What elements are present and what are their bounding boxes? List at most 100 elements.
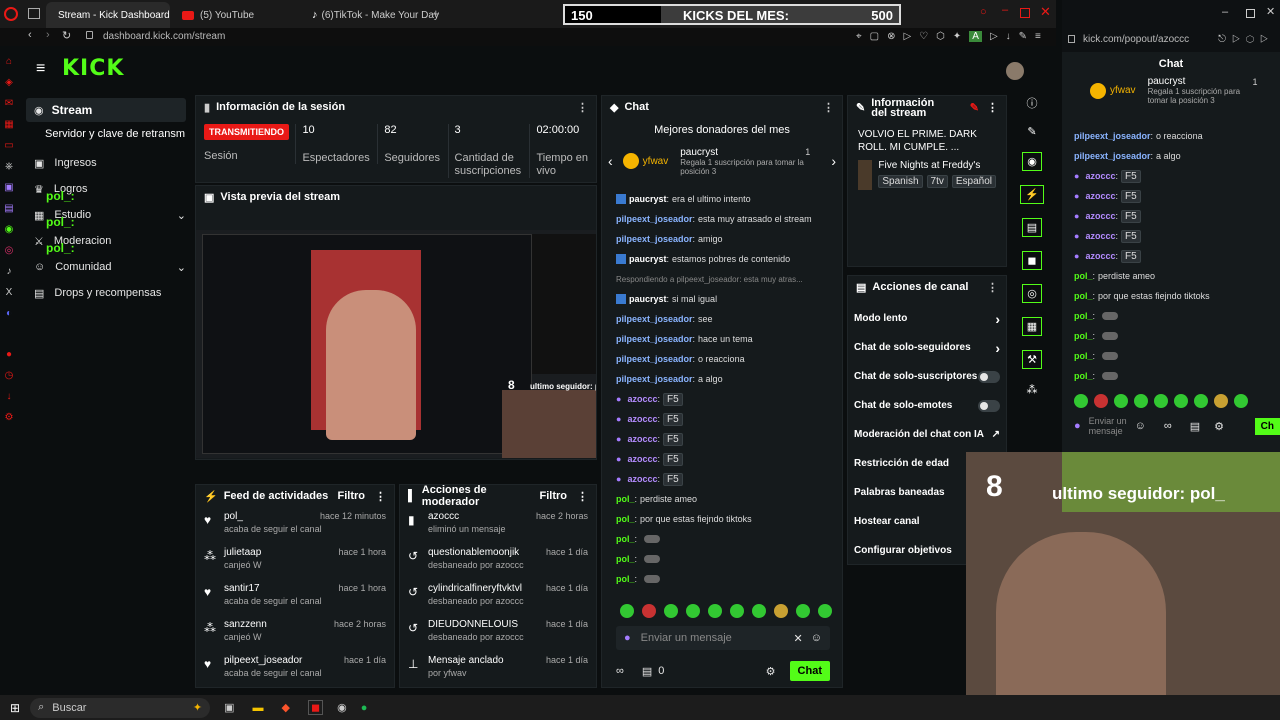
group-icon[interactable]: ⁂ [1027,383,1038,396]
chat-username[interactable]: pilpeext_joseador [616,354,693,364]
file-explorer-icon[interactable]: ▬ [252,702,263,714]
chat-message[interactable]: ● azoccc: F5 [1074,166,1274,186]
emoji-icon[interactable]: ☺ [811,632,822,644]
nav-logros[interactable]: ♛ Logros pol_: [26,176,186,203]
chat-username[interactable]: pilpeext_joseador [616,214,693,224]
taskbar-search[interactable]: ⌕ Buscar ✦ [30,697,211,718]
more-icon[interactable]: ⋮ [987,281,998,294]
chat-message[interactable]: pol_: por que estas fiejndo tiktoks [616,509,840,529]
stream-tag[interactable]: Español [951,175,996,188]
chat-username[interactable]: pol_ [616,574,635,584]
close-icon[interactable]: ✕ [1040,4,1051,20]
nav-moderacion[interactable]: ⚔ Moderacion pol_: [26,228,186,255]
filter-button[interactable]: Filtro [338,490,366,502]
brave-icon[interactable]: ◆ [281,701,289,714]
mod-item[interactable]: ⊥ Mensaje anclado hace 1 día por yfwav [408,655,588,691]
chat-message[interactable]: pol_: [616,569,840,589]
maximize-icon[interactable] [1246,9,1255,18]
activity-user[interactable]: sanzzenn [224,619,267,630]
chat-username[interactable]: pol_ [616,534,635,544]
chat-message[interactable]: pilpeext_joseador: amigo [616,229,840,249]
play-icon[interactable]: ▷ [903,31,911,42]
swords-icon[interactable]: ✕ [794,632,803,645]
chat-username[interactable]: azoccc [1085,211,1115,221]
rail-facebook-icon[interactable]: ▣ [4,182,13,193]
activity-item[interactable]: ♥ pilpeext_joseador hace 1 día acaba de seg… [204,655,386,691]
camera-icon[interactable]: ◉ [1022,152,1042,171]
rail-instagram-icon[interactable]: ◎ [5,245,14,256]
rail-history-icon[interactable]: ◷ [5,370,14,381]
mod-user[interactable]: Mensaje anclado [428,655,504,666]
activity-item[interactable]: ♥ pol_ hace 12 minutos acaba de seguir el c… [204,511,386,547]
hamburger-icon[interactable]: ≡ [36,60,45,78]
rail-music-icon[interactable]: ● [6,349,12,360]
popout-url[interactable]: kick.com/popout/azoccc [1083,34,1189,45]
chat-message[interactable]: pol_: [616,549,840,569]
chat-message[interactable]: pilpeext_joseador: a algo [616,369,840,389]
chat-message[interactable]: ● azoccc: F5 [616,389,840,409]
wrench-icon[interactable]: ⚒ [1022,350,1042,369]
chat-username[interactable]: pol_ [1074,371,1093,381]
chat-message[interactable]: ● azoccc: F5 [1074,186,1274,206]
chat-message[interactable]: pilpeext_joseador: a algo [1074,146,1274,166]
kick-logo[interactable]: KICK [62,56,124,81]
obs-icon[interactable]: ◼ [307,700,324,715]
windows-start-icon[interactable]: ⊞ [10,701,20,715]
pin-icon[interactable]: ⌖ [856,31,862,42]
settings-icon[interactable]: ⚙ [766,665,776,678]
screenshot-icon[interactable]: ▢ [870,31,879,42]
chat-message[interactable]: pilpeext_joseador: o reacciona [616,349,840,369]
settings-icon[interactable]: ⚙ [1214,420,1224,433]
nav-server[interactable]: Servidor y clave de retransm [26,122,186,150]
mod-user[interactable]: cylindricalfineryftvktvl [428,583,522,594]
chat-message[interactable]: pol_: perdiste ameo [616,489,840,509]
mic-icon[interactable]: ● [624,632,631,644]
emoji-icon[interactable]: ☺ [1135,420,1146,432]
layout-icon[interactable]: ▦ [1021,317,1043,336]
chat-username[interactable]: paucryst [629,254,667,264]
chat-username[interactable]: azoccc [1085,251,1115,261]
more-icon[interactable]: ⋮ [577,101,588,114]
chat-message[interactable]: pol_: por que estas fiejndo tiktoks [1074,286,1274,306]
chat-message[interactable]: paucryst: si mal igual [616,289,840,309]
chat-message[interactable]: paucryst: era el ultimo intento [616,189,840,209]
chat-message[interactable]: pol_: [1074,366,1274,382]
chat-username[interactable]: pilpeext_joseador [1074,151,1151,161]
more-icon[interactable]: ⋮ [577,490,588,503]
rail-x-icon[interactable]: X [6,287,13,298]
chat-username[interactable]: pol_ [616,514,635,524]
gift-icon[interactable]: ▤ [642,665,652,678]
mod-user[interactable]: DIEUDONNELOUIS [428,619,518,630]
more-icon[interactable]: ⋮ [987,103,998,114]
chat-message[interactable]: pol_: [1074,326,1274,346]
ai-icon[interactable]: ✎ [1019,31,1027,42]
activity-user[interactable]: santir17 [224,583,260,594]
flash-icon[interactable]: ⚡ [1020,185,1044,204]
chat-username[interactable]: pol_ [1074,271,1093,281]
nav-comunidad[interactable]: ☺ Comunidad ⌄ [26,254,186,280]
chat-username[interactable]: azoccc [1085,231,1115,241]
send-chat-button[interactable]: Chat [789,661,830,681]
chat-message[interactable]: ● azoccc: F5 [616,409,840,429]
rail-calendar-icon[interactable]: ▦ [4,119,13,130]
maximize-icon[interactable] [1020,8,1030,18]
edit-icon[interactable]: ✎ [1027,125,1036,138]
channel-action-item[interactable]: Moderación del chat con IA ↗ [854,420,1000,449]
chat-username[interactable]: azoccc [1085,171,1115,181]
chat-username[interactable]: azoccc [627,414,657,424]
rail-home-icon[interactable]: ⌂ [6,56,12,67]
close-icon[interactable]: ✕ [1266,5,1275,18]
activity-item[interactable]: ⁂ julietaap hace 1 hora canjeó W [204,547,386,583]
extension-icon[interactable]: ⬡ [936,31,945,42]
chat-message[interactable]: ● azoccc: F5 [616,429,840,449]
tab-tiktok[interactable]: ♪ (6)TikTok - Make Your Day [306,2,439,28]
mic-icon[interactable]: ● [1074,420,1081,432]
chat-username[interactable]: pol_ [1074,351,1093,361]
spotify-icon[interactable]: ● [361,702,368,714]
chat-message[interactable]: pol_: [1074,346,1274,366]
chat-username[interactable]: pilpeext_joseador [616,374,693,384]
rail-note-icon[interactable]: ▭ [4,140,13,151]
stream-video[interactable]: 8 ultimo seguidor: pol_ [196,230,596,458]
chat-username[interactable]: azoccc [627,454,657,464]
nav-stream[interactable]: ◉ Stream [26,98,186,122]
